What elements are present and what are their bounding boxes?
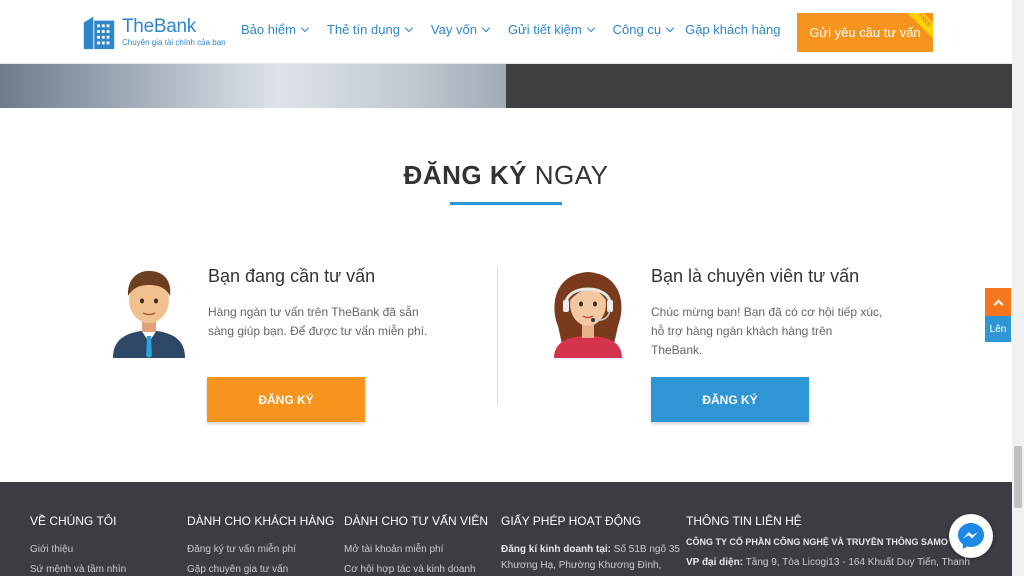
- nav-item-gui-tiet-kiem[interactable]: Gửi tiết kiệm: [507, 22, 595, 37]
- messenger-icon: [958, 523, 984, 549]
- footer-link[interactable]: Mở tài khoản miễn phí: [344, 544, 443, 555]
- scroll-top-button[interactable]: [985, 288, 1011, 316]
- footer-col-title: THÔNG TIN LIÊN HỆ: [686, 514, 802, 528]
- card-divider: [497, 268, 498, 404]
- section-title-bold: ĐĂNG KÝ: [403, 160, 527, 190]
- footer-link[interactable]: Cơ hội hợp tác và kinh doanh: [344, 564, 476, 575]
- logo-name: TheBank: [122, 15, 196, 37]
- chevron-down-icon: [481, 23, 491, 33]
- chevron-up-icon: [993, 299, 1003, 309]
- male-avatar-icon: [113, 270, 185, 358]
- nav-item-the-tin-dung[interactable]: Thẻ tín dụng: [326, 22, 414, 37]
- request-consultation-button[interactable]: Gửi yêu cầu tư vấn FREE: [797, 13, 933, 52]
- chevron-down-icon: [586, 23, 595, 33]
- title-underline: [450, 202, 562, 205]
- footer-col-title: GIẤY PHÉP HOẠT ĐỘNG: [501, 514, 642, 528]
- nav-item-label: Bảo hiểm: [241, 22, 296, 37]
- nav-item-label: Công cụ: [612, 22, 662, 37]
- nav-item-bao-hiem[interactable]: Bảo hiểm: [241, 22, 310, 37]
- footer-link[interactable]: Gặp chuyên gia tư vấn: [187, 564, 288, 575]
- female-consultant-avatar-icon: [554, 272, 622, 358]
- scroll-top-label[interactable]: Lên: [985, 316, 1011, 342]
- license-line: Đăng kí kinh doanh tại: Số 51B ngõ 35: [501, 544, 680, 555]
- nav-item-label: Thẻ tín dụng: [326, 22, 400, 37]
- site-footer: VỀ CHÚNG TÔI Giới thiệu Sứ mệnh và tầm n…: [0, 482, 1012, 576]
- license-label: Đăng kí kinh doanh tại:: [501, 544, 612, 555]
- footer-col-title: DÀNH CHO TƯ VẤN VIÊN: [344, 514, 489, 528]
- license-text: Số 51B ngõ 35: [611, 544, 680, 555]
- register-consultant-button[interactable]: ĐĂNG KÝ: [651, 377, 809, 422]
- page: TheBank Chuyên gia tài chính của bạn Bảo…: [0, 0, 1024, 576]
- office-text: Tầng 9, Tòa Licogi13 - 164 Khuất Duy Tiế…: [743, 557, 970, 568]
- banner-image: [0, 64, 506, 108]
- chevron-down-icon: [665, 23, 675, 33]
- nav-item-gap-khach-hang[interactable]: Gặp khách hàng: [685, 22, 780, 37]
- card-desc-line: hỗ trợ hàng ngàn khách hàng trên: [651, 324, 833, 338]
- card-desc-consultant: Chúc mừng bạn! Bạn đã có cơ hội tiếp xúc…: [651, 303, 882, 360]
- scrollbar-thumb[interactable]: [1014, 446, 1022, 508]
- cta-label: Gửi yêu cầu tư vấn: [809, 25, 921, 40]
- card-desc-need-advice: Hàng ngàn tư vấn trên TheBank đã sẵn sàn…: [208, 303, 427, 341]
- card-desc-line: TheBank.: [651, 343, 703, 357]
- card-title-consultant: Bạn là chuyên viên tư vấn: [651, 266, 860, 286]
- messenger-chat-button[interactable]: [949, 514, 993, 558]
- license-line: Khương Hạ, Phường Khương Đình,: [501, 560, 662, 571]
- site-header: TheBank Chuyên gia tài chính của bạn Bảo…: [0, 0, 1012, 64]
- footer-col-title: VỀ CHÚNG TÔI: [30, 514, 117, 528]
- main-nav: Bảo hiểm Thẻ tín dụng Vay vốn Gửi tiết k…: [241, 22, 780, 37]
- logo-tagline: Chuyên gia tài chính của bạn: [122, 37, 226, 47]
- register-customer-button[interactable]: ĐĂNG KÝ: [207, 377, 365, 422]
- company-name: CÔNG TY CỔ PHẦN CÔNG NGHỆ VÀ TRUYỀN THÔN…: [686, 537, 948, 547]
- section-title: ĐĂNG KÝ NGAY: [0, 160, 1012, 191]
- footer-link[interactable]: Giới thiệu: [30, 544, 73, 555]
- chevron-down-icon: [404, 23, 414, 33]
- card-desc-line: Hàng ngàn tư vấn trên TheBank đã sẵn: [208, 305, 419, 319]
- card-desc-line: sàng giúp bạn. Để được tư vấn miễn phí.: [208, 324, 428, 338]
- chevron-down-icon: [300, 23, 310, 33]
- section-title-light: NGAY: [534, 160, 609, 190]
- nav-item-vay-von[interactable]: Vay vốn: [430, 22, 491, 37]
- banner-dark-panel: [506, 64, 1012, 108]
- office-label: VP đại diện:: [686, 557, 744, 568]
- footer-link[interactable]: Đăng ký tư vấn miễn phí: [187, 544, 296, 555]
- card-desc-line: Chúc mừng bạn! Bạn đã có cơ hội tiếp xúc…: [651, 305, 883, 319]
- nav-item-label: Gửi tiết kiệm: [507, 22, 582, 37]
- footer-link[interactable]: Sứ mệnh và tầm nhìn: [30, 564, 126, 575]
- office-line: VP đại diện: Tầng 9, Tòa Licogi13 - 164 …: [686, 557, 970, 568]
- nav-item-label: Gặp khách hàng: [685, 22, 781, 37]
- nav-item-cong-cu[interactable]: Công cụ: [612, 22, 675, 37]
- card-title-need-advice: Bạn đang cần tư vấn: [208, 266, 376, 286]
- nav-item-label: Vay vốn: [430, 22, 477, 37]
- logo[interactable]: TheBank Chuyên gia tài chính của bạn: [80, 12, 230, 52]
- building-logo-icon: [83, 16, 115, 50]
- footer-col-title: DÀNH CHO KHÁCH HÀNG: [187, 514, 335, 528]
